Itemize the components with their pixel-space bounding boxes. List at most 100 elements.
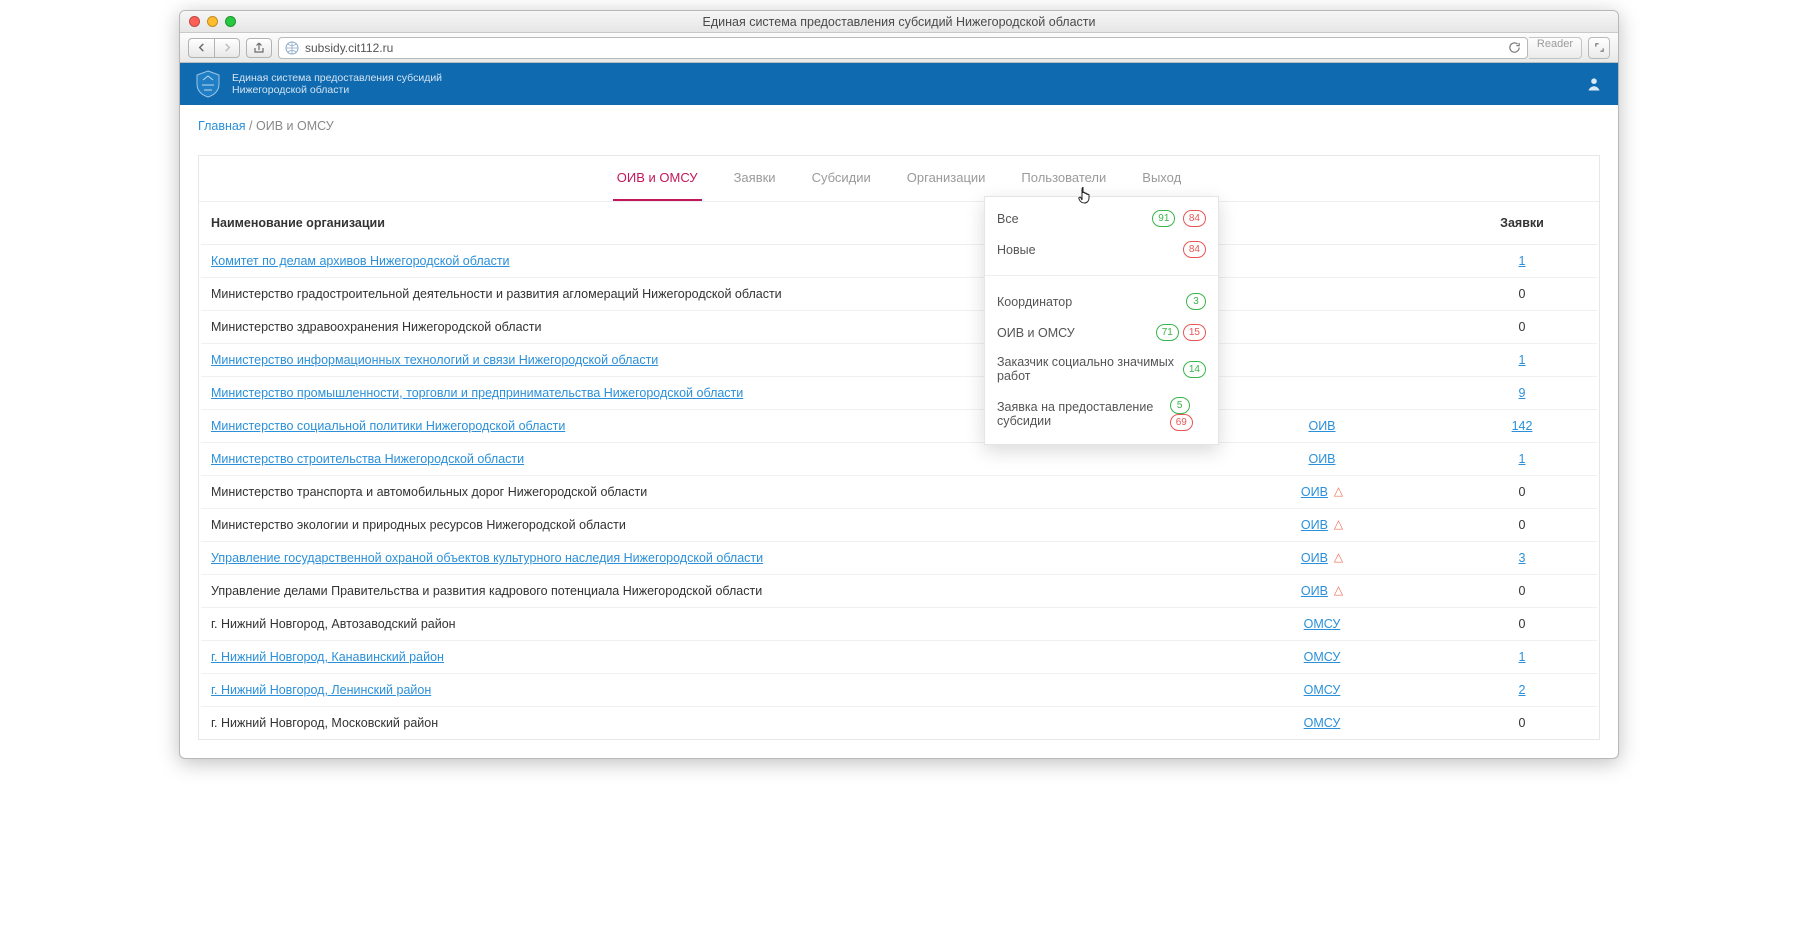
table-row: Министерство промышленности, торговли и … [201,377,1597,410]
badge: 69 [1170,414,1193,431]
badge: 71 [1156,324,1179,341]
breadcrumb-current: ОИВ и ОМСУ [256,119,334,133]
warning-icon: △ [1334,583,1343,597]
warning-icon: △ [1334,550,1343,564]
table-row: Министерство градостроительной деятельно… [201,278,1597,311]
apps-count: 0 [1447,707,1597,740]
org-link[interactable]: Министерство информационных технологий и… [211,353,658,367]
forward-button[interactable] [214,38,240,58]
type-link[interactable]: ОМСУ [1304,650,1341,664]
window-title: Единая система предоставления субсидий Н… [180,15,1618,29]
url-text: subsidy.cit112.ru [305,41,393,55]
org-name: Управление делами Правительства и развит… [201,575,1197,608]
table-row: г. Нижний Новгород, Автозаводский район О… [201,608,1597,641]
browser-window: Единая система предоставления субсидий Н… [179,10,1619,759]
apps-count: 0 [1447,509,1597,542]
apps-link[interactable]: 1 [1519,650,1526,664]
tab-organizations[interactable]: Организации [903,170,990,201]
badge-all-green: 91 [1152,210,1175,227]
warning-icon: △ [1334,484,1343,498]
apps-link[interactable]: 1 [1519,452,1526,466]
dd-new[interactable]: Новые 84 [985,234,1218,265]
users-dropdown: Все 91 84 Новые 84 Координатор3ОИВ и ОМС… [984,196,1219,445]
table-row: Управление делами Правительства и развит… [201,575,1597,608]
app-title: Единая система предоставления субсидий Н… [232,72,442,96]
apps-link[interactable]: 1 [1519,254,1526,268]
dd-item[interactable]: ОИВ и ОМСУ7115 [985,317,1218,348]
table-row: Министерство транспорта и автомобильных … [201,476,1597,509]
type-link[interactable]: ОМСУ [1304,716,1341,730]
dd-all[interactable]: Все 91 84 [985,203,1218,234]
apps-link[interactable]: 142 [1512,419,1533,433]
badge: 3 [1186,293,1206,310]
apps-count: 0 [1447,575,1597,608]
org-name: г. Нижний Новгород, Автозаводский район [201,608,1197,641]
warning-icon: △ [1334,517,1343,531]
back-button[interactable] [188,38,214,58]
org-name: Министерство транспорта и автомобильных … [201,476,1197,509]
table-row: г. Нижний Новгород, Московский район ОМСУ… [201,707,1597,740]
reader-button[interactable]: Reader [1529,37,1582,59]
apps-link[interactable]: 1 [1519,353,1526,367]
table-row: Комитет по делам архивов Нижегородской о… [201,245,1597,278]
type-link[interactable]: ОИВ [1301,551,1328,565]
table-row: Министерство информационных технологий и… [201,344,1597,377]
org-link[interactable]: Министерство строительства Нижегородской… [211,452,524,466]
tab-oiv-omsu[interactable]: ОИВ и ОМСУ [613,170,702,201]
badge-new-red: 84 [1183,241,1206,258]
tab-applications[interactable]: Заявки [730,170,780,201]
mac-titlebar: Единая система предоставления субсидий Н… [180,11,1618,33]
nav-buttons [188,38,240,58]
table-row: Министерство экологии и природных ресурс… [201,509,1597,542]
content-panel: ОИВ и ОМСУ Заявки Субсидии Организации П… [198,155,1600,740]
crest-icon [194,70,222,98]
org-name: Министерство экологии и природных ресурс… [201,509,1197,542]
mac-minimize-button[interactable] [207,16,218,27]
org-link[interactable]: Министерство промышленности, торговли и … [211,386,743,400]
table-row: г. Нижний Новгород, Ленинский район ОМСУ 2 [201,674,1597,707]
apps-count: 0 [1447,608,1597,641]
org-link[interactable]: г. Нижний Новгород, Ленинский район [211,683,431,697]
apps-count: 0 [1447,476,1597,509]
table-row: Министерство здравоохранения Нижегородск… [201,311,1597,344]
badge-all-red: 84 [1183,210,1206,227]
reload-icon[interactable] [1508,41,1521,54]
org-link[interactable]: г. Нижний Новгород, Канавинский район [211,650,444,664]
apps-count: 0 [1447,278,1597,311]
url-bar[interactable]: subsidy.cit112.ru [278,37,1528,59]
type-link[interactable]: ОИВ [1308,419,1335,433]
table-row: Министерство социальной политики Нижегор… [201,410,1597,443]
mac-zoom-button[interactable] [225,16,236,27]
dd-item[interactable]: Координатор3 [985,286,1218,317]
type-link[interactable]: ОМСУ [1304,617,1341,631]
dd-item[interactable]: Заявка на предоставление субсидии569 [985,390,1218,438]
type-link[interactable]: ОМСУ [1304,683,1341,697]
type-link[interactable]: ОИВ [1301,518,1328,532]
org-table: Наименование организации Заявки Комитет … [201,202,1597,739]
type-link[interactable]: ОИВ [1301,584,1328,598]
apps-link[interactable]: 3 [1519,551,1526,565]
breadcrumb: Главная / ОИВ и ОМСУ [180,105,1618,147]
share-button[interactable] [246,38,272,58]
org-link[interactable]: Управление государственной охраной объек… [211,551,763,565]
user-menu-icon[interactable] [1586,63,1602,105]
org-link[interactable]: Комитет по делам архивов Нижегородской о… [211,254,510,268]
apps-link[interactable]: 9 [1519,386,1526,400]
site-icon [285,41,299,55]
badge: 14 [1183,361,1206,378]
tab-subsidies[interactable]: Субсидии [808,170,875,201]
dd-item[interactable]: Заказчик социально значимых работ14 [985,348,1218,390]
th-apps[interactable]: Заявки [1447,202,1597,245]
safari-toolbar: subsidy.cit112.ru Reader [180,33,1618,63]
apps-link[interactable]: 2 [1519,683,1526,697]
type-link[interactable]: ОИВ [1301,485,1328,499]
table-row: Министерство строительства Нижегородской… [201,443,1597,476]
org-link[interactable]: Министерство социальной политики Нижегор… [211,419,565,433]
badge: 15 [1183,324,1206,341]
mac-close-button[interactable] [189,16,200,27]
breadcrumb-home[interactable]: Главная [198,119,246,133]
table-row: г. Нижний Новгород, Канавинский район ОМС… [201,641,1597,674]
fullscreen-button[interactable] [1588,37,1610,59]
type-link[interactable]: ОИВ [1308,452,1335,466]
org-name: г. Нижний Новгород, Московский район [201,707,1197,740]
